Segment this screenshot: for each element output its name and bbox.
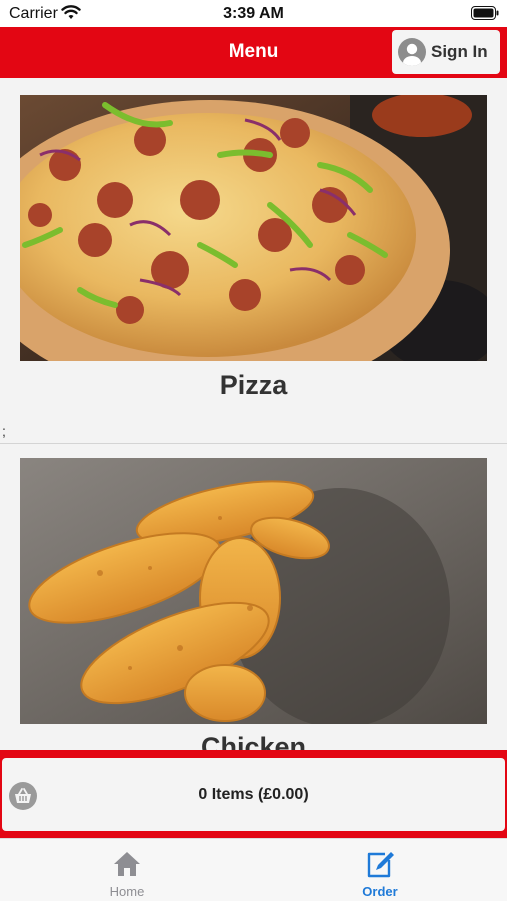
category-card-pizza[interactable]: Pizza ; [0, 78, 507, 444]
battery-icon [471, 6, 499, 25]
status-bar: Carrier 3:39 AM [0, 0, 507, 28]
sign-in-button[interactable]: Sign In [392, 30, 500, 74]
basket-summary: 0 Items (£0.00) [198, 786, 309, 803]
tab-home[interactable]: Home [67, 839, 187, 901]
tab-order[interactable]: Order [320, 839, 440, 901]
home-icon [112, 850, 142, 883]
edit-order-icon [365, 850, 395, 883]
menu-category-list[interactable]: Pizza ; Chicken [0, 78, 507, 750]
tab-order-label: Order [362, 884, 398, 899]
status-time: 3:39 AM [223, 5, 284, 22]
category-label: Chicken [200, 732, 307, 750]
sign-in-label: Sign In [431, 42, 488, 61]
category-label: Pizza [219, 370, 288, 400]
user-avatar-icon [398, 38, 426, 66]
tab-bar: Home Order [0, 838, 507, 901]
nav-bar: Menu Sign In [0, 27, 507, 78]
basket-summary-button[interactable]: 0 Items (£0.00) [2, 758, 505, 831]
basket-bar: 0 Items (£0.00) [0, 750, 507, 838]
tab-home-label: Home [109, 884, 145, 899]
category-card-chicken[interactable]: Chicken [0, 444, 507, 750]
chicken-image [20, 458, 487, 724]
separator-text: ; [2, 423, 6, 439]
pizza-image [20, 95, 487, 361]
